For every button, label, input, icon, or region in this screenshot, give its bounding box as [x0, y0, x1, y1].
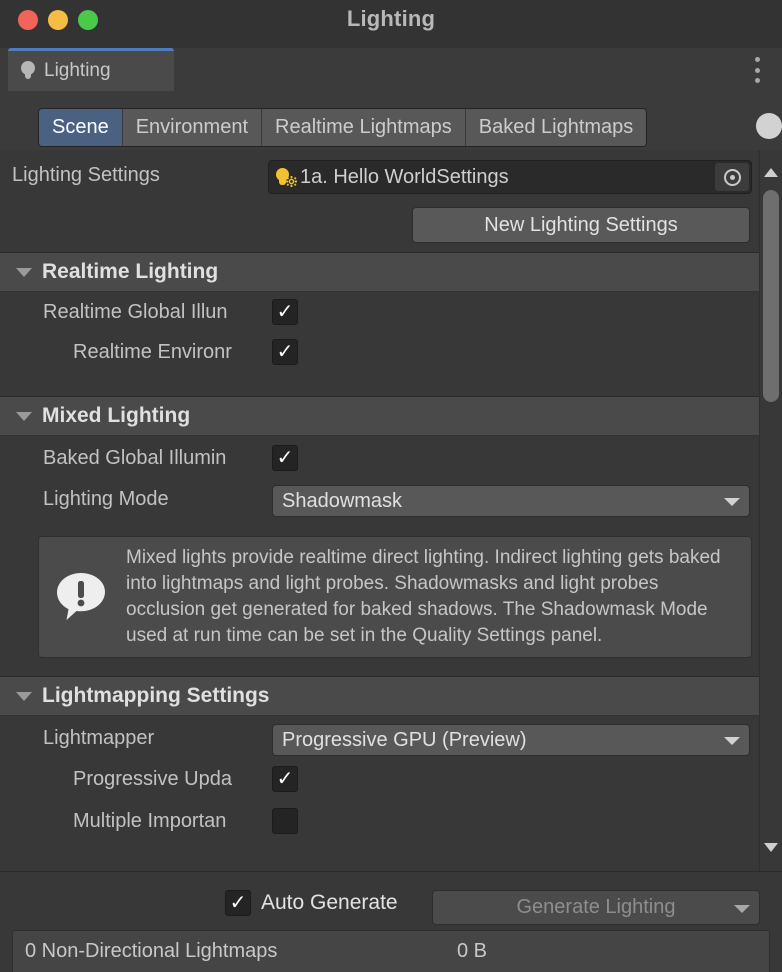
lighting-mode-row: Lighting Mode Shadowmask: [0, 480, 760, 522]
auto-generate-label: Auto Generate: [261, 891, 398, 914]
checkmark-icon: ✓: [229, 892, 247, 914]
new-lighting-settings-row: New Lighting Settings: [0, 204, 760, 252]
dock-tab-lighting[interactable]: Lighting: [8, 48, 174, 91]
scroll-down-arrow-icon[interactable]: [764, 843, 778, 852]
scroll-up-arrow-icon[interactable]: [764, 168, 778, 177]
lighting-tabs: Scene Environment Realtime Lightmaps Bak…: [38, 108, 648, 147]
kebab-menu-icon[interactable]: [754, 57, 760, 83]
lighting-mode-dropdown[interactable]: Shadowmask: [272, 485, 750, 517]
progressive-updates-label: Progressive Upda: [73, 768, 232, 790]
progressive-updates-checkbox[interactable]: ✓: [272, 766, 298, 792]
new-lighting-settings-button[interactable]: New Lighting Settings: [412, 207, 750, 243]
realtime-environment-checkbox[interactable]: ✓: [272, 339, 298, 365]
lighting-bottom-bar: ✓ Auto Generate Generate Lighting 0 Non-…: [0, 871, 782, 972]
multiple-importance-row: Multiple Importan: [0, 802, 760, 844]
scrollbar-thumb[interactable]: [763, 190, 779, 402]
section-title-realtime-lighting: Realtime Lighting: [42, 260, 219, 283]
lighting-window: Lighting Lighting Scene Environment Real…: [0, 0, 782, 972]
multiple-importance-checkbox[interactable]: [272, 808, 298, 834]
lighting-tab-row: Scene Environment Realtime Lightmaps Bak…: [0, 91, 782, 150]
realtime-gi-row: Realtime Global Illun ✓: [0, 292, 760, 333]
checkmark-icon: ✓: [276, 447, 294, 469]
chevron-down-icon: [16, 411, 32, 421]
lighting-settings-asset-icon: [275, 166, 299, 188]
realtime-gi-label: Realtime Global Illun: [43, 301, 228, 323]
baked-gi-checkbox[interactable]: ✓: [272, 445, 298, 471]
lightbulb-icon: [20, 61, 36, 81]
baked-gi-row: Baked Global Illumin ✓: [0, 436, 760, 480]
checkmark-icon: ✓: [276, 768, 294, 790]
lighting-settings-object-field[interactable]: 1a. Hello WorldSettings: [268, 160, 752, 194]
auto-generate-group: ✓ Auto Generate: [225, 890, 398, 916]
window-title: Lighting: [346, 6, 436, 31]
gear-icon: [286, 176, 297, 187]
chevron-down-icon[interactable]: [734, 904, 750, 913]
section-header-mixed-lighting[interactable]: Mixed Lighting: [0, 396, 760, 436]
section-header-realtime-lighting[interactable]: Realtime Lighting: [0, 252, 760, 292]
chevron-down-icon: [16, 691, 32, 701]
realtime-environment-row: Realtime Environr ✓: [0, 333, 760, 375]
lightmapper-row: Lightmapper Progressive GPU (Preview): [0, 716, 760, 760]
section-title-lightmapping-settings: Lightmapping Settings: [42, 684, 270, 707]
tab-environment[interactable]: Environment: [122, 109, 262, 146]
section-header-lightmapping-settings[interactable]: Lightmapping Settings: [0, 676, 760, 716]
dock-tab-label: Lighting: [44, 60, 111, 81]
generate-lighting-label: Generate Lighting: [516, 896, 676, 918]
lighting-settings-row: Lighting Settings 1a. Hello WorldSetting…: [0, 150, 760, 204]
lighting-mode-label: Lighting Mode: [43, 488, 169, 510]
window-titlebar: Lighting: [0, 0, 782, 49]
auto-generate-checkbox[interactable]: ✓: [225, 890, 251, 916]
mixed-lighting-info-text: Mixed lights provide realtime direct lig…: [126, 547, 721, 646]
baked-gi-label: Baked Global Illumin: [43, 447, 227, 469]
tab-realtime-lightmaps[interactable]: Realtime Lightmaps: [262, 109, 466, 146]
mixed-lighting-info-box: Mixed lights provide realtime direct lig…: [38, 536, 752, 658]
lightmaps-count-text: 0 Non-Directional Lightmaps: [25, 940, 278, 962]
lighting-mode-value: Shadowmask: [282, 489, 403, 512]
section-title-mixed-lighting: Mixed Lighting: [42, 404, 191, 427]
lighting-content: Lighting Settings 1a. Hello WorldSetting…: [0, 150, 760, 844]
lightmap-status-bar: 0 Non-Directional Lightmaps 0 B: [12, 930, 770, 972]
vertical-scrollbar[interactable]: [759, 150, 782, 872]
lightmapper-dropdown[interactable]: Progressive GPU (Preview): [272, 724, 750, 756]
chevron-down-icon: [724, 737, 740, 745]
progressive-updates-row: Progressive Upda ✓: [0, 760, 760, 802]
checkmark-icon: ✓: [276, 341, 294, 363]
lightmapper-value: Progressive GPU (Preview): [282, 728, 527, 751]
dock-tab-bar: Lighting: [0, 48, 782, 92]
tab-scene[interactable]: Scene: [39, 109, 123, 146]
tab-baked-lightmaps[interactable]: Baked Lightmaps: [465, 109, 647, 146]
lighting-settings-label: Lighting Settings: [12, 164, 160, 186]
help-circle-icon[interactable]: [756, 113, 782, 139]
realtime-environment-label: Realtime Environr: [73, 341, 232, 363]
checkmark-icon: ✓: [276, 301, 294, 323]
lightmaps-size-text: 0 B: [457, 940, 488, 962]
lighting-scroll-body: Lighting Settings 1a. Hello WorldSetting…: [0, 150, 782, 872]
lighting-settings-asset-value: 1a. Hello WorldSettings: [300, 165, 509, 188]
realtime-gi-checkbox[interactable]: ✓: [272, 299, 298, 325]
multiple-importance-label: Multiple Importan: [73, 810, 227, 832]
chevron-down-icon: [16, 267, 32, 277]
chevron-down-icon: [724, 498, 740, 506]
generate-lighting-button[interactable]: Generate Lighting: [432, 890, 760, 925]
object-picker-icon[interactable]: [715, 163, 749, 191]
lightmapper-label: Lightmapper: [43, 727, 155, 749]
info-exclamation-icon: [54, 570, 108, 624]
